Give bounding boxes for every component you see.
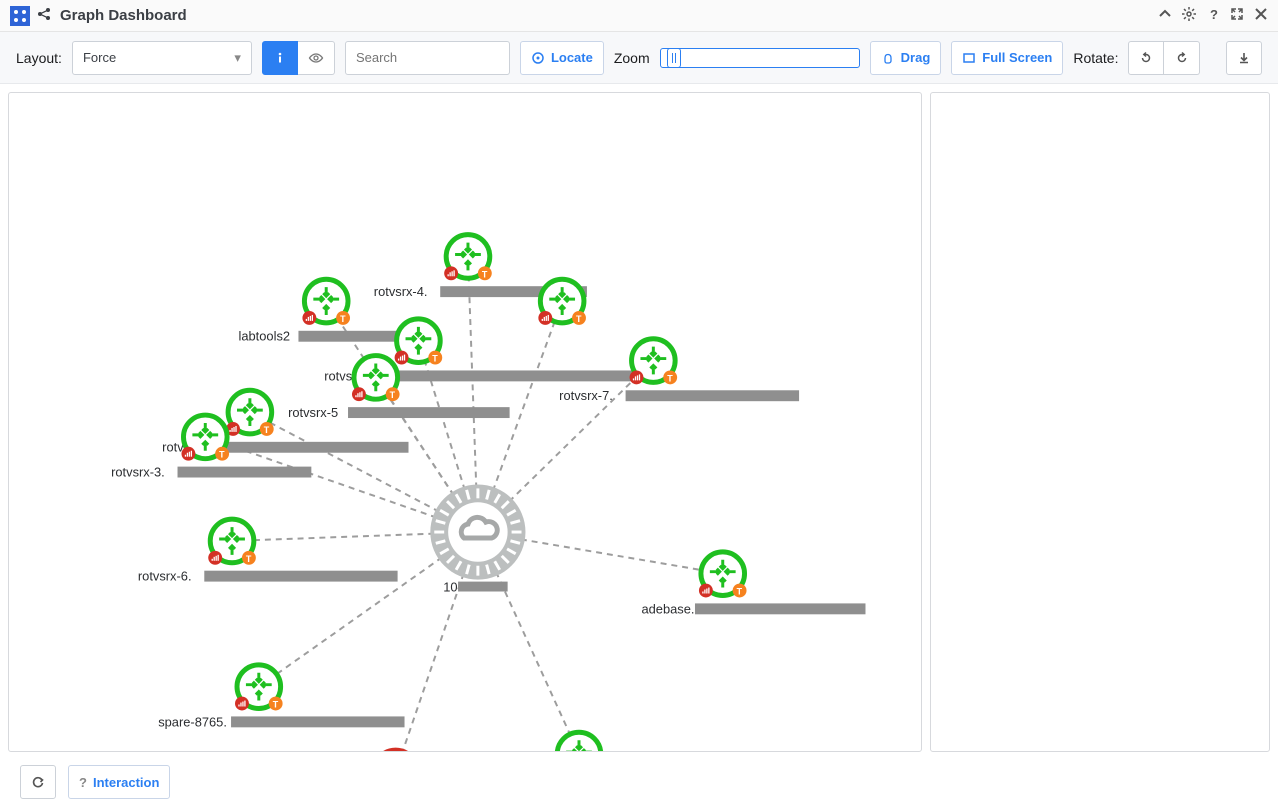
graph-node[interactable]: spare-8765. [158, 665, 404, 729]
gear-icon[interactable] [1182, 7, 1196, 24]
collapse-icon[interactable] [1158, 7, 1172, 24]
node-label: rotvsrx-5 [288, 405, 338, 420]
layout-dropdown[interactable]: Force ▾ [72, 41, 252, 75]
layout-label: Layout: [16, 50, 62, 66]
node-label: adebase. [641, 601, 694, 616]
graph-node[interactable]: rotvsrx-5 [288, 356, 510, 420]
visibility-button[interactable] [298, 41, 335, 75]
locate-button[interactable]: Locate [520, 41, 604, 75]
center-label: 10 [443, 580, 457, 595]
node-label: rotvsrx-7. [559, 388, 613, 403]
node-label: spare-8765. [158, 714, 227, 729]
center-hub[interactable]: 10 [430, 484, 525, 594]
window-titlebar: Graph Dashboard ? [0, 0, 1278, 32]
node-label: rotvsrx-6. [138, 569, 192, 584]
details-panel [930, 92, 1270, 752]
graph-node[interactable]: rotvsrx-6. [138, 519, 398, 583]
drag-button[interactable]: Drag [870, 41, 942, 75]
rotate-label: Rotate: [1073, 50, 1118, 66]
redacted-label [178, 467, 312, 478]
close-icon[interactable] [1254, 7, 1268, 24]
interaction-button[interactable]: ? Interaction [68, 765, 170, 799]
chevron-down-icon: ▾ [234, 50, 241, 66]
help-icon[interactable]: ? [1206, 7, 1220, 24]
graph-node[interactable] [538, 279, 586, 325]
rotate-ccw-button[interactable] [1128, 41, 1164, 75]
redacted-label [391, 370, 641, 381]
fullscreen-button[interactable]: Full Screen [951, 41, 1063, 75]
layout-value: Force [83, 50, 116, 65]
network-graph[interactable]: T 10 rotvsrx-4.labtools2rotvsrx-2.rotvsr… [9, 93, 921, 751]
node-label: labtools2 [238, 329, 290, 344]
node-label: rotvsrx-4. [374, 284, 428, 299]
zoom-label: Zoom [614, 50, 650, 66]
content-area: T 10 rotvsrx-4.labtools2rotvsrx-2.rotvsr… [0, 84, 1278, 760]
redacted-label [231, 716, 404, 727]
graph-node[interactable]: rotvsrx-1. [485, 732, 733, 751]
share-icon [36, 6, 52, 25]
expand-icon[interactable] [1230, 7, 1244, 24]
search-input[interactable] [345, 41, 510, 75]
refresh-button[interactable] [20, 765, 56, 799]
page-title: Graph Dashboard [60, 7, 1158, 24]
svg-text:?: ? [1210, 7, 1218, 21]
redacted-label [222, 442, 408, 453]
download-button[interactable] [1226, 41, 1262, 75]
app-icon [10, 6, 30, 26]
bottom-bar: ? Interaction [0, 760, 1278, 804]
zoom-thumb[interactable] [667, 48, 681, 68]
graph-node[interactable]: spare. [327, 750, 439, 751]
graph-panel[interactable]: T 10 rotvsrx-4.labtools2rotvsrx-2.rotvsr… [8, 92, 922, 752]
redacted-label [348, 407, 510, 418]
info-button[interactable] [262, 41, 298, 75]
redacted-label [695, 603, 866, 614]
redacted-label [204, 571, 397, 582]
redacted-label [626, 390, 799, 401]
rotate-cw-button[interactable] [1164, 41, 1200, 75]
node-label: rotvsrx-3. [111, 465, 165, 480]
graph-node[interactable]: adebase. [641, 552, 865, 616]
toolbar: Layout: Force ▾ Locate Zoom Drag Full Sc… [0, 32, 1278, 84]
zoom-slider[interactable] [660, 48, 860, 68]
